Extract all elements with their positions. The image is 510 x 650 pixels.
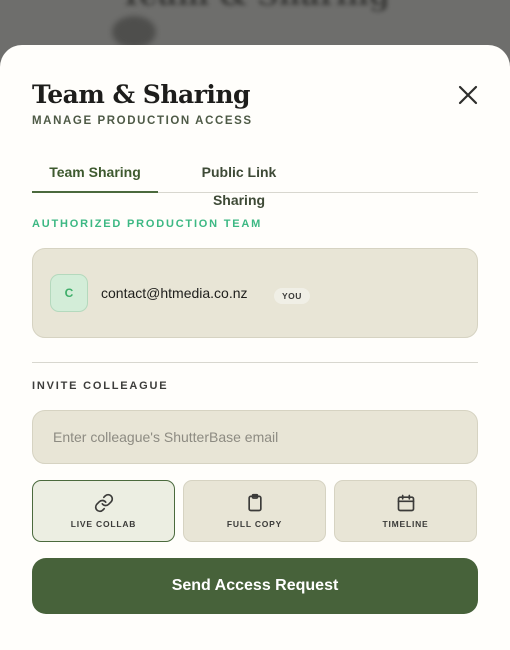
mode-live-collab-button[interactable]: LIVE COLLAB (32, 480, 175, 542)
you-badge: YOU (274, 288, 310, 304)
member-email: contact@htmedia.co.nz (101, 285, 248, 301)
team-sharing-modal: Team & Sharing MANAGE PRODUCTION ACCESS … (0, 45, 510, 650)
background-icon (112, 16, 156, 48)
close-button[interactable] (456, 83, 480, 107)
send-access-request-button[interactable]: Send Access Request (32, 558, 478, 614)
mode-label: LIVE COLLAB (70, 519, 137, 529)
team-section-label: AUTHORIZED PRODUCTION TEAM (32, 218, 263, 230)
clipboard-icon (248, 493, 262, 512)
mode-label: TIMELINE (382, 519, 429, 529)
team-member-card: C contact@htmedia.co.nz YOU (32, 248, 478, 338)
background-page-title: Team & Sharing (120, 0, 390, 13)
section-divider (32, 362, 478, 363)
sharing-tabs: Team Sharing Public Link Sharing (32, 158, 478, 208)
mode-label: FULL COPY (226, 519, 283, 529)
calendar-icon (397, 494, 415, 512)
modal-subtitle: MANAGE PRODUCTION ACCESS (32, 115, 253, 127)
tab-public-link-sharing[interactable]: Public Link Sharing (174, 158, 304, 208)
colleague-email-input[interactable] (32, 410, 478, 464)
tab-team-sharing[interactable]: Team Sharing (32, 158, 158, 193)
mode-timeline-button[interactable]: TIMELINE (334, 480, 477, 542)
avatar: C (50, 274, 88, 312)
mode-full-copy-button[interactable]: FULL COPY (183, 480, 326, 542)
link-icon (94, 493, 114, 513)
invite-section-label: INVITE COLLEAGUE (32, 380, 169, 392)
close-icon (458, 85, 478, 105)
modal-title: Team & Sharing (32, 80, 251, 109)
